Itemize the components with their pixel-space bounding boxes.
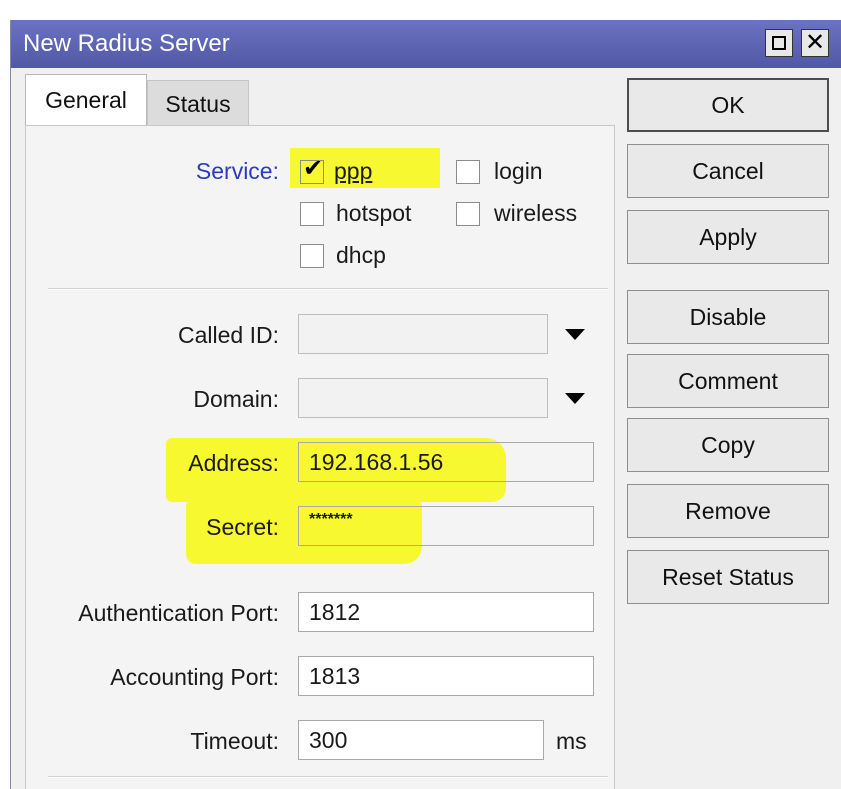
- acct-port-input[interactable]: 1813: [298, 656, 594, 696]
- apply-button[interactable]: Apply: [627, 210, 829, 264]
- tab-general[interactable]: General: [25, 74, 147, 128]
- close-button[interactable]: ✕: [801, 29, 829, 57]
- ok-button[interactable]: OK: [627, 78, 829, 132]
- auth-port-input[interactable]: 1812: [298, 592, 594, 632]
- reset-status-button[interactable]: Reset Status: [627, 550, 829, 604]
- checkbox-wireless[interactable]: [456, 202, 480, 226]
- maximize-icon: [772, 36, 786, 50]
- checkbox-ppp[interactable]: ✔: [300, 155, 324, 184]
- checkbox-dhcp[interactable]: [300, 244, 324, 268]
- checkbox-hotspot[interactable]: [300, 202, 324, 226]
- service-label: Service:: [195, 158, 279, 184]
- remove-button[interactable]: Remove: [627, 484, 829, 538]
- auth-port-label: Authentication Port:: [78, 600, 279, 626]
- title-bar[interactable]: New Radius Server ✕: [11, 20, 841, 68]
- checkbox-dhcp-label: dhcp: [336, 242, 386, 268]
- timeout-unit: ms: [556, 728, 587, 754]
- called-id-input[interactable]: [298, 314, 548, 354]
- checkbox-hotspot-label: hotspot: [336, 200, 412, 226]
- separator: [48, 288, 608, 290]
- radius-server-window: New Radius Server ✕ General Status Servi…: [10, 20, 841, 789]
- called-id-dropdown-icon[interactable]: [565, 329, 585, 340]
- disable-button[interactable]: Disable: [627, 290, 829, 344]
- domain-dropdown-icon[interactable]: [565, 393, 585, 404]
- checkbox-login-label: login: [494, 158, 543, 184]
- timeout-input[interactable]: 300: [298, 720, 544, 760]
- address-label: Address:: [188, 450, 279, 476]
- domain-label: Domain:: [193, 386, 279, 412]
- maximize-button[interactable]: [765, 29, 793, 57]
- domain-input[interactable]: [298, 378, 548, 418]
- checkbox-login[interactable]: [456, 160, 480, 184]
- acct-port-label: Accounting Port:: [110, 664, 279, 690]
- general-panel: Service: ✔ ppp login hotspot wireless dh…: [25, 125, 615, 789]
- checkbox-wireless-label: wireless: [494, 200, 578, 226]
- separator: [48, 776, 608, 778]
- comment-button[interactable]: Comment: [627, 354, 829, 408]
- checkmark-icon: ✔: [303, 155, 324, 182]
- timeout-label: Timeout:: [190, 728, 279, 754]
- window-title: New Radius Server: [23, 30, 230, 57]
- address-input[interactable]: 192.168.1.56: [298, 442, 594, 482]
- secret-input[interactable]: *******: [298, 506, 594, 546]
- called-id-label: Called ID:: [178, 322, 279, 348]
- checkbox-ppp-label: ppp: [334, 158, 373, 184]
- tab-status[interactable]: Status: [147, 80, 249, 126]
- cancel-button[interactable]: Cancel: [627, 144, 829, 198]
- secret-label: Secret:: [206, 514, 279, 540]
- copy-button[interactable]: Copy: [627, 418, 829, 472]
- close-icon: ✕: [804, 29, 826, 56]
